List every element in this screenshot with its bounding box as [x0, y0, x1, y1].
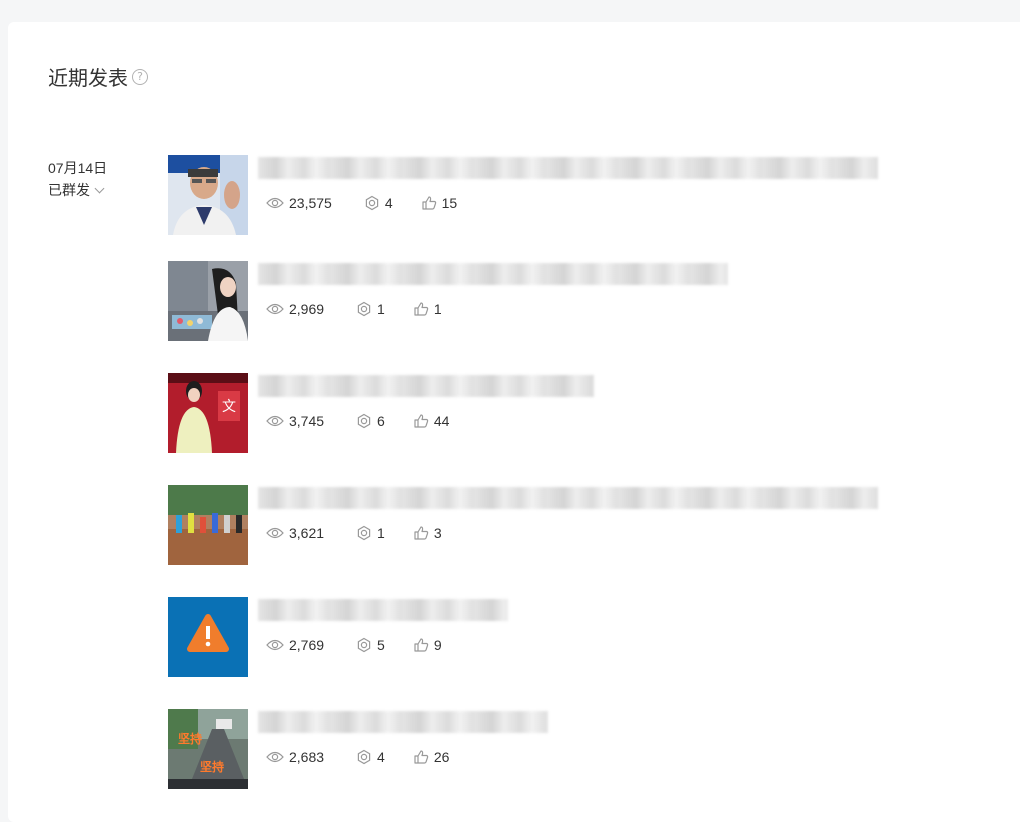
share-icon: [357, 749, 371, 765]
article-thumbnail[interactable]: [168, 485, 248, 565]
views-count: 2,769: [289, 637, 325, 653]
article-thumbnail[interactable]: 文: [168, 373, 248, 453]
eye-icon: [266, 197, 284, 209]
article-stats: 3,621 1 3: [266, 525, 470, 541]
likes-stat: 15: [421, 195, 458, 211]
shares-count: 5: [377, 637, 385, 653]
views-stat: 23,575: [266, 195, 332, 211]
likes-count: 3: [433, 525, 442, 541]
likes-count: 9: [433, 637, 442, 653]
svg-text:文: 文: [222, 399, 236, 415]
section-title: 近期发表: [48, 68, 128, 90]
eye-icon: [266, 639, 284, 651]
article-item: 2,769 5 9: [168, 597, 928, 677]
article-item: 坚持 坚持 2,683 4 26: [168, 709, 928, 789]
publish-group: 07月14日 已群发: [48, 157, 107, 201]
eye-icon: [266, 303, 284, 315]
article-title-blurred[interactable]: [258, 263, 728, 285]
publish-date: 07月14日: [48, 160, 108, 176]
shares-stat: 4: [364, 195, 393, 211]
likes-count: 1: [433, 301, 442, 317]
shares-stat: 1: [356, 525, 385, 541]
thumb-overlay-text: 坚持: [178, 731, 202, 746]
views-stat: 2,683: [266, 749, 324, 765]
article-stats: 3,745 6 44: [266, 413, 477, 429]
share-icon: [357, 637, 371, 653]
article-stats: 2,683 4 26: [266, 749, 477, 765]
thumbs-up-icon: [414, 638, 429, 652]
shares-stat: 4: [356, 749, 385, 765]
article-item: 文 3,745 6 44: [168, 373, 928, 453]
section-header: 近期发表 ?: [48, 62, 148, 91]
shares-stat: 1: [356, 301, 385, 317]
views-stat: 3,621: [266, 525, 324, 541]
article-thumbnail[interactable]: [168, 597, 248, 677]
shares-count: 6: [377, 413, 385, 429]
views-count: 23,575: [289, 195, 332, 211]
article-item: 2,969 1 1: [168, 261, 928, 341]
article-stats: 2,969 1 1: [266, 301, 470, 317]
views-stat: 2,969: [266, 301, 324, 317]
article-stats: 2,769 5 9: [266, 637, 470, 653]
thumbs-up-icon: [414, 414, 429, 428]
share-icon: [357, 413, 371, 429]
shares-stat: 6: [356, 413, 385, 429]
recent-posts-card: 近期发表 ? 07月14日 已群发 23,575 4 15 2,969 1 1 …: [8, 22, 1020, 822]
article-title-blurred[interactable]: [258, 487, 878, 509]
article-item: 3,621 1 3: [168, 485, 928, 565]
likes-stat: 1: [413, 301, 442, 317]
article-title-blurred[interactable]: [258, 375, 594, 397]
likes-count: 15: [441, 195, 458, 211]
views-count: 3,621: [289, 525, 325, 541]
shares-stat: 5: [356, 637, 385, 653]
thumbs-up-icon: [414, 750, 429, 764]
likes-stat: 9: [413, 637, 442, 653]
views-stat: 2,769: [266, 637, 324, 653]
likes-stat: 26: [413, 749, 450, 765]
eye-icon: [266, 527, 284, 539]
eye-icon: [266, 415, 284, 427]
eye-icon: [266, 751, 284, 763]
article-title-blurred[interactable]: [258, 711, 548, 733]
share-icon: [357, 525, 371, 541]
shares-count: 1: [377, 301, 385, 317]
article-item: 23,575 4 15: [168, 155, 928, 235]
shares-count: 4: [384, 195, 393, 211]
question-circle-icon[interactable]: ?: [132, 68, 148, 85]
thumbs-up-icon: [414, 302, 429, 316]
article-thumbnail[interactable]: [168, 261, 248, 341]
thumb-overlay-text: 坚持: [200, 759, 224, 774]
thumbs-up-icon: [414, 526, 429, 540]
article-title-blurred[interactable]: [258, 157, 878, 179]
views-count: 2,969: [289, 301, 325, 317]
article-thumbnail[interactable]: [168, 155, 248, 235]
thumbs-up-icon: [422, 196, 436, 210]
share-icon: [365, 195, 379, 211]
views-stat: 3,745: [266, 413, 324, 429]
views-count: 2,683: [289, 749, 325, 765]
chevron-down-icon: [94, 183, 105, 193]
publish-status-dropdown[interactable]: 已群发: [48, 179, 107, 201]
publish-status-label: 已群发: [48, 182, 90, 198]
shares-count: 4: [377, 749, 385, 765]
likes-stat: 3: [413, 525, 442, 541]
likes-count: 44: [433, 413, 450, 429]
views-count: 3,745: [289, 413, 325, 429]
likes-count: 26: [433, 749, 450, 765]
share-icon: [357, 301, 371, 317]
article-title-blurred[interactable]: [258, 599, 508, 621]
shares-count: 1: [377, 525, 385, 541]
article-thumbnail[interactable]: 坚持 坚持: [168, 709, 248, 789]
article-stats: 23,575 4 15: [266, 195, 485, 211]
likes-stat: 44: [413, 413, 450, 429]
